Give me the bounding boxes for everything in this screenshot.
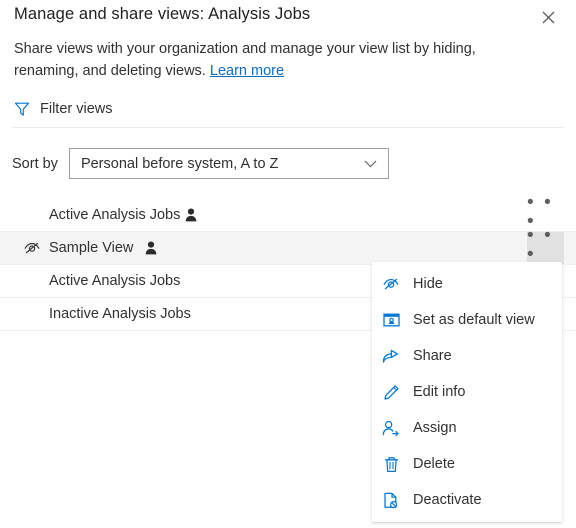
- sort-by-select[interactable]: Personal before system, A to Z: [68, 148, 389, 179]
- hide-eye-icon: [381, 274, 401, 294]
- dialog-header: Manage and share views: Analysis Jobs: [0, 0, 576, 40]
- view-name: Active Analysis Jobs: [49, 207, 181, 223]
- chevron-down-icon: [364, 160, 377, 168]
- trash-icon: [381, 454, 401, 474]
- menu-item-share[interactable]: Share: [372, 338, 562, 374]
- menu-item-set-as-default-view[interactable]: Set as default view: [372, 302, 562, 338]
- table-row[interactable]: Sample View • • •: [0, 226, 576, 265]
- menu-item-label: Share: [413, 348, 452, 364]
- menu-item-hide[interactable]: Hide: [372, 266, 562, 302]
- menu-item-assign[interactable]: Assign: [372, 410, 562, 446]
- learn-more-link[interactable]: Learn more: [210, 63, 284, 79]
- hidden-view-icon: [22, 238, 42, 258]
- sort-by-selected-value: Personal before system, A to Z: [80, 155, 279, 172]
- filter-views-button[interactable]: Filter views: [13, 97, 113, 121]
- menu-item-label: Assign: [413, 420, 457, 436]
- close-button[interactable]: [532, 2, 564, 32]
- menu-item-delete[interactable]: Delete: [372, 446, 562, 482]
- personal-view-icon: [143, 240, 159, 256]
- filter-views-label: Filter views: [40, 101, 113, 117]
- close-icon: [542, 11, 555, 24]
- assign-person-icon: [381, 418, 401, 438]
- pencil-icon: [381, 382, 401, 402]
- personal-view-icon: [183, 207, 199, 223]
- view-name: Inactive Analysis Jobs: [49, 306, 191, 322]
- menu-item-label: Delete: [413, 456, 455, 472]
- menu-item-label: Edit info: [413, 384, 466, 400]
- menu-item-deactivate[interactable]: Deactivate: [372, 482, 562, 518]
- menu-item-label: Set as default view: [413, 312, 535, 328]
- filter-icon: [13, 100, 31, 118]
- dialog-description: Share views with your organization and m…: [14, 38, 539, 82]
- sort-by-label: Sort by: [12, 155, 58, 172]
- menu-item-label: Deactivate: [413, 492, 482, 508]
- deactivate-file-icon: [381, 490, 401, 510]
- table-row[interactable]: Active Analysis Jobs • • •: [0, 193, 576, 232]
- sort-by-control: Sort by Personal before system, A to Z: [12, 148, 389, 179]
- view-context-menu: Hide Set as default view Share Edit info…: [372, 262, 562, 522]
- set-default-view-icon: [381, 310, 401, 330]
- view-name: Sample View: [49, 240, 134, 256]
- page-title: Manage and share views: Analysis Jobs: [14, 5, 311, 23]
- header-divider: [12, 127, 564, 128]
- menu-item-edit-info[interactable]: Edit info: [372, 374, 562, 410]
- menu-item-label: Hide: [413, 276, 443, 292]
- share-icon: [381, 346, 401, 366]
- view-name: Active Analysis Jobs: [49, 273, 181, 289]
